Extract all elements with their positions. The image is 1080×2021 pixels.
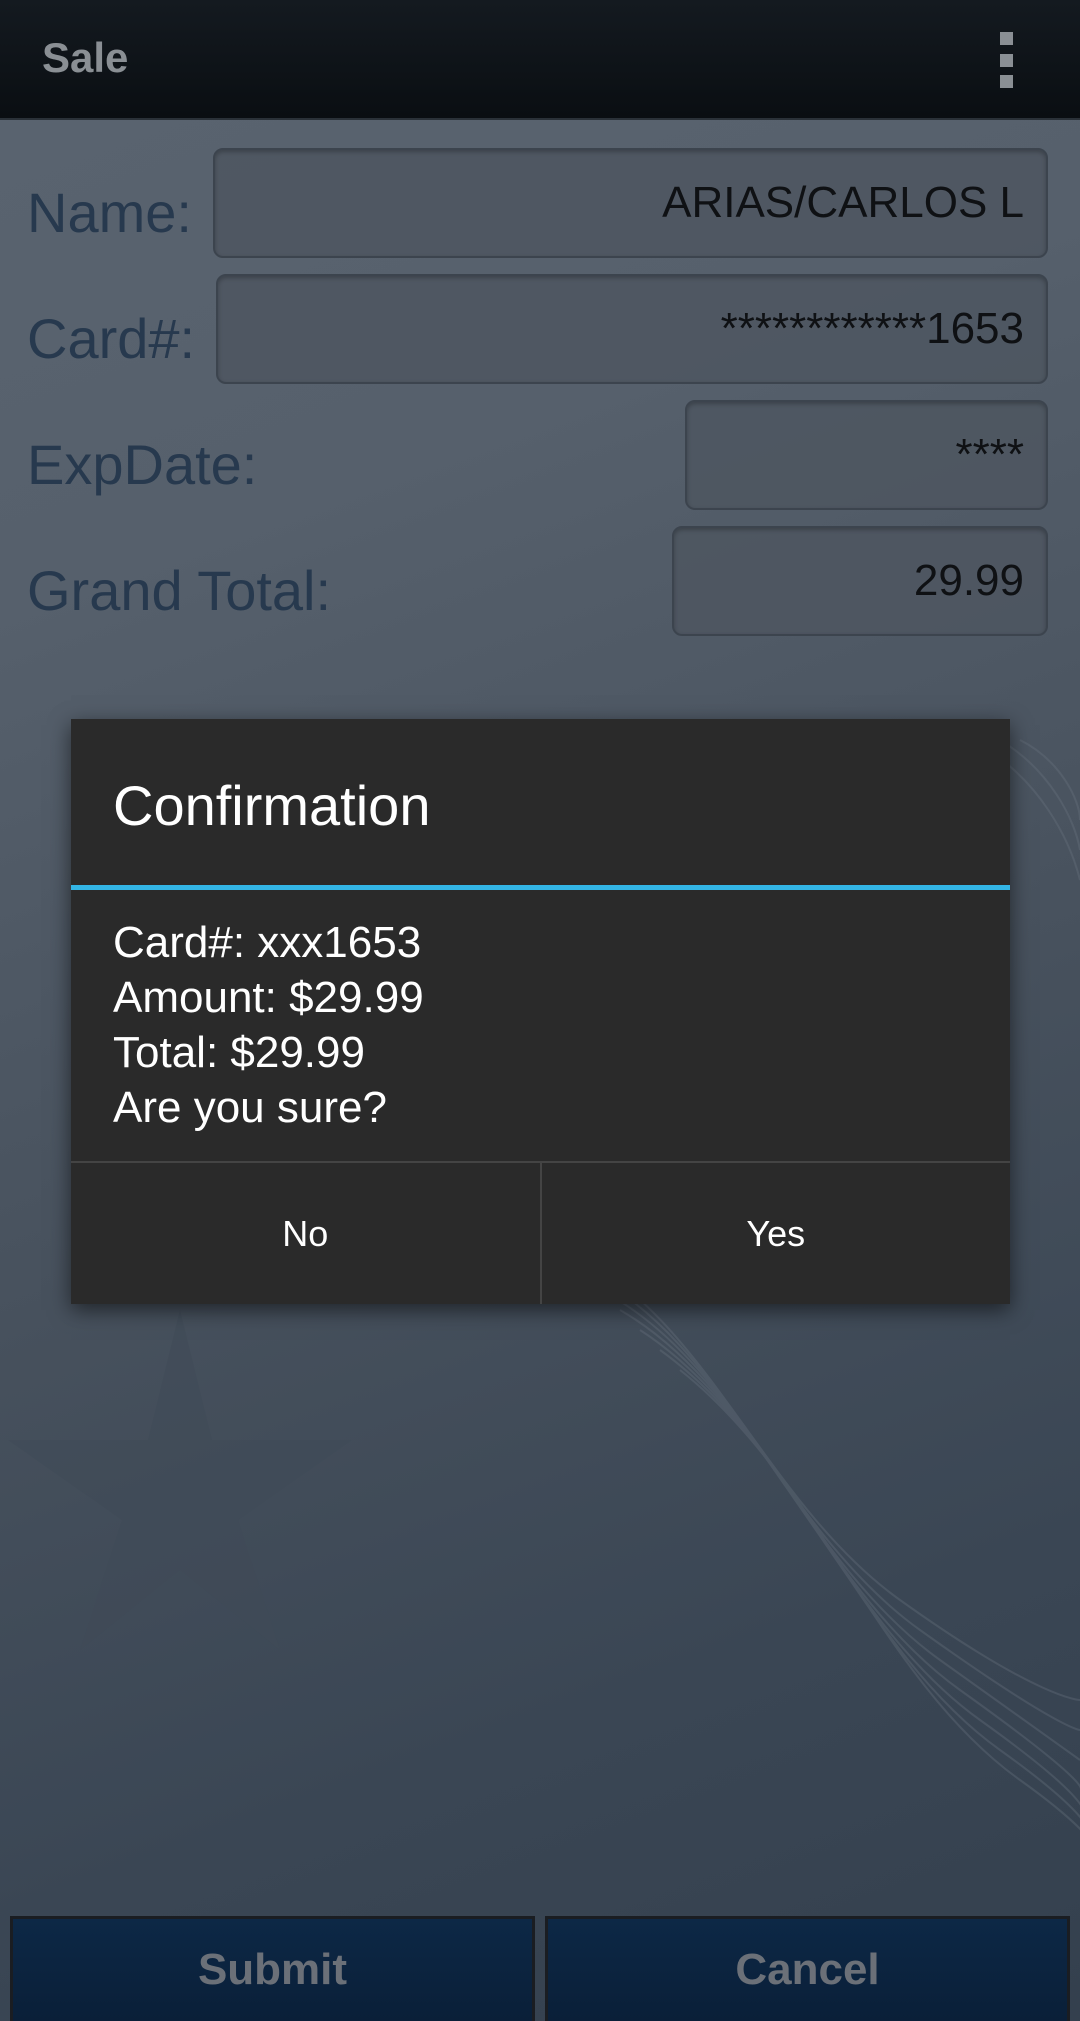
dialog-message: Card#: xxx1653 Amount: $29.99 Total: $29… — [113, 915, 424, 1135]
dialog-title-divider — [71, 885, 1010, 890]
dialog-button-row: No Yes — [71, 1161, 1010, 1304]
dialog-message-amount: Amount: $29.99 — [113, 973, 424, 1022]
yes-button[interactable]: Yes — [542, 1163, 1011, 1304]
dialog-message-card: Card#: xxx1653 — [113, 918, 422, 967]
no-button[interactable]: No — [71, 1163, 540, 1304]
dialog-title: Confirmation — [113, 774, 431, 837]
confirmation-dialog: Confirmation Card#: xxx1653 Amount: $29.… — [71, 719, 1010, 1304]
dialog-message-total: Total: $29.99 — [113, 1028, 365, 1077]
dialog-message-question: Are you sure? — [113, 1083, 387, 1132]
